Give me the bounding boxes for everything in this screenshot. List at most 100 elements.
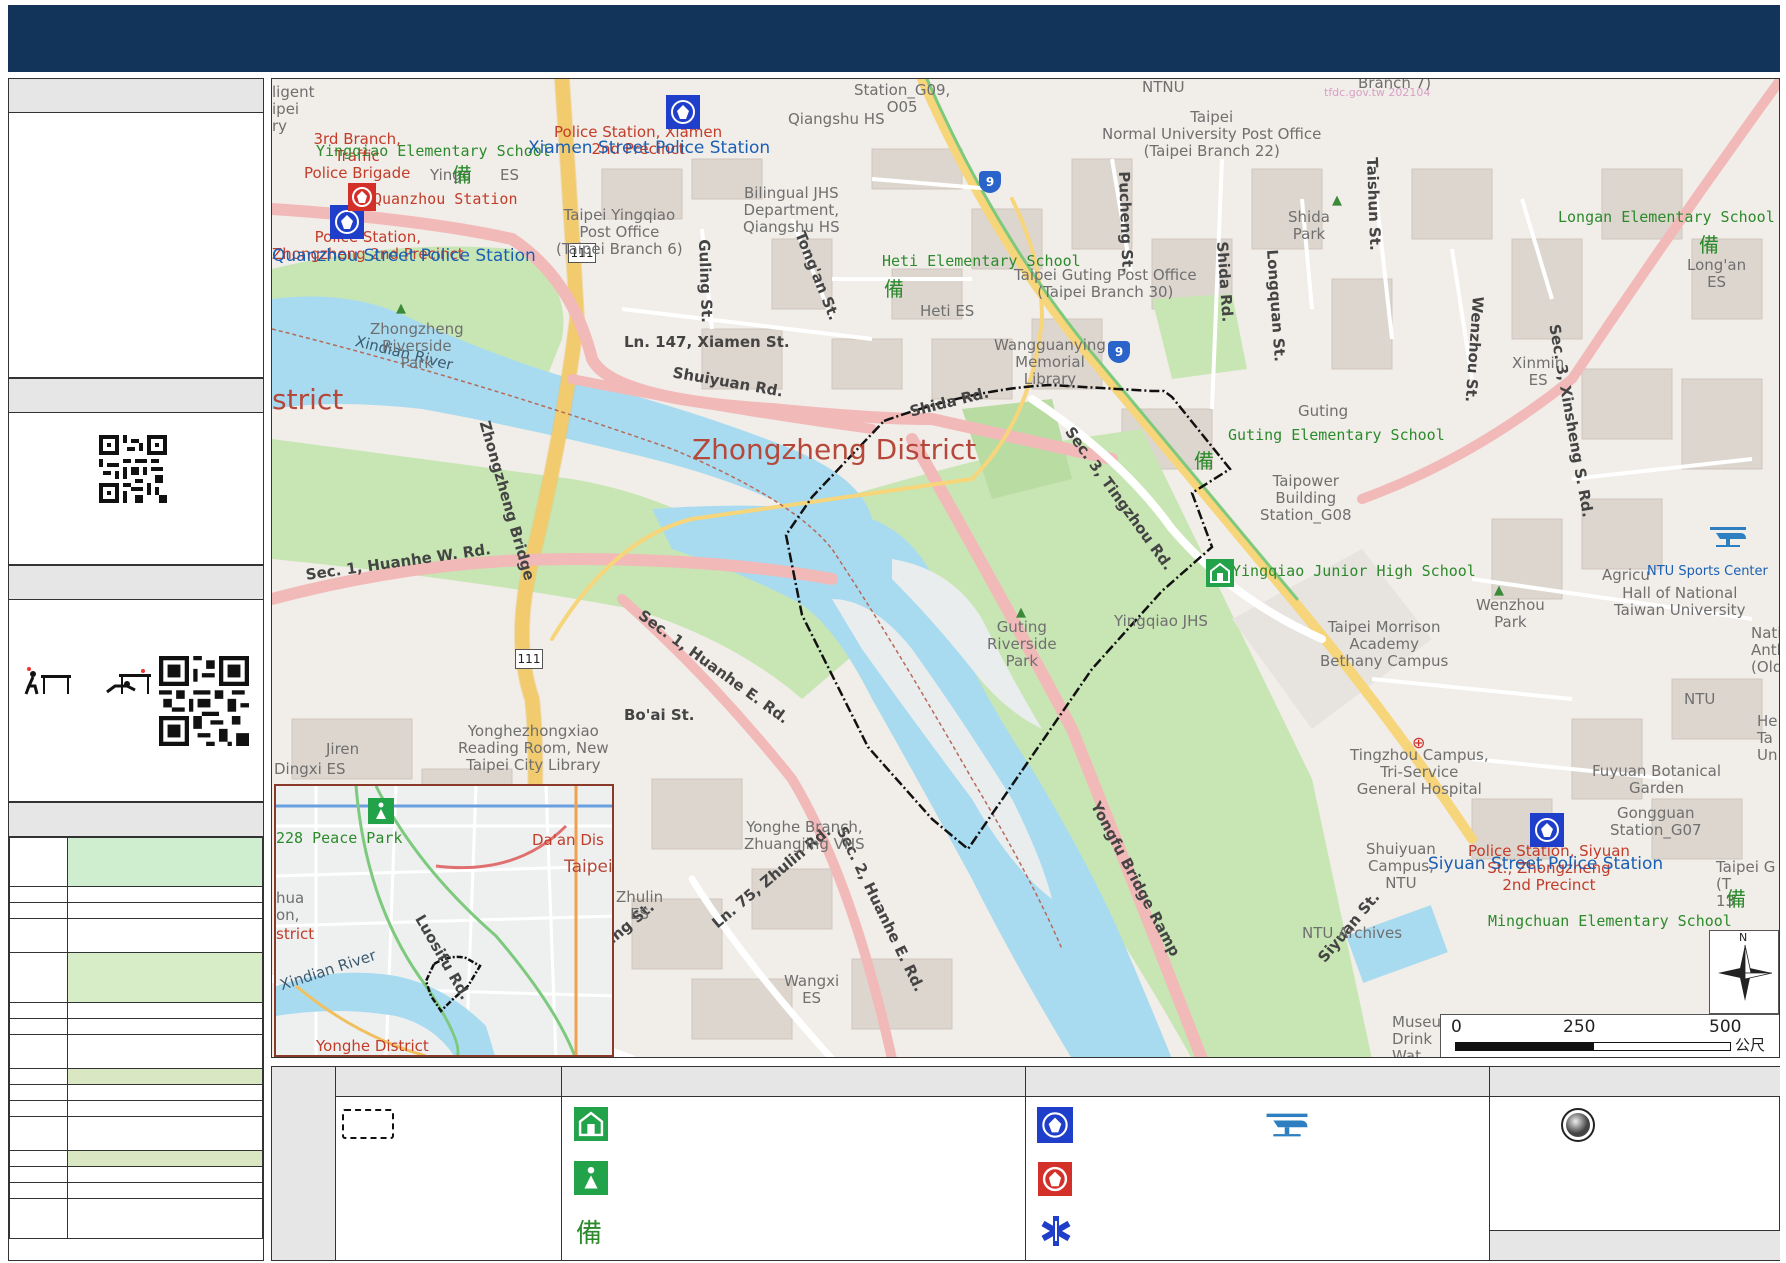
scale-tick: 0 <box>1451 1017 1462 1037</box>
place-label: He Ta Un <box>1757 712 1778 764</box>
legend-col-police <box>1026 1067 1490 1260</box>
qr-panel <box>8 378 264 565</box>
place-label: NTU Sports Center <box>1647 564 1768 579</box>
north-label: N <box>1739 931 1748 944</box>
table-row <box>9 886 263 903</box>
qr-code-small[interactable] <box>99 435 167 503</box>
place-label: Shida Park <box>1288 208 1330 243</box>
legend-col-label <box>272 1067 336 1260</box>
place-label: Shuiyuan Campus, NTU <box>1366 840 1436 892</box>
road-label: Taishun St. <box>1363 156 1385 251</box>
school-label: Mingchuan Elementary School <box>1488 912 1732 930</box>
police-station-icon[interactable] <box>666 95 700 133</box>
place-label: Wenzhou Park <box>1476 596 1545 631</box>
scale-tick: 250 <box>1563 1017 1596 1037</box>
earthquake-safety-panel <box>8 565 264 802</box>
place-label: ligent ipei ry <box>272 83 315 135</box>
place-label: NTNU <box>1142 78 1185 96</box>
police-station-icon[interactable] <box>1530 813 1564 851</box>
place-label: Taipei Yingqiao Post Office (Taipei Bran… <box>556 206 683 258</box>
place-label: Dingxi ES <box>274 760 346 778</box>
place-label: Quanzhou Station <box>373 190 518 208</box>
reserve-icon: 備 <box>1726 887 1746 911</box>
place-label: Zhulin ES <box>616 888 664 923</box>
place-label: Taipei Normal University Post Office (Ta… <box>1102 108 1322 160</box>
reserve-icon: 備 <box>1699 233 1719 257</box>
table-row <box>9 1002 263 1019</box>
table-row <box>9 918 263 953</box>
place-label: Yingqiao JHS <box>1114 612 1208 630</box>
inset-map[interactable]: 228 Peace Park Da'an Dis Taipei strict h… <box>274 784 614 1057</box>
table-row <box>9 902 263 919</box>
place-label: Qiangshu HS <box>788 110 885 128</box>
info-panel <box>8 78 264 378</box>
scale-bar: 0 250 500 公尺 <box>1440 1014 1779 1057</box>
boundary-icon <box>342 1109 394 1139</box>
place-label: Xinmin ES <box>1512 354 1565 389</box>
place-label: Hall of National Taiwan University <box>1614 584 1746 619</box>
legend: 備 <box>271 1066 1780 1261</box>
place-label: Yonghe Branch, Zhuangjing VHS <box>744 818 865 853</box>
district-label-partial: strict <box>272 383 344 416</box>
police-label: Xiamen Street Police Station <box>528 138 771 158</box>
page: 111 111 9 9 Zhongzheng District strict X… <box>0 0 1786 1263</box>
place-label: ES <box>500 166 519 184</box>
helicopter-icon <box>1262 1111 1312 1143</box>
place-label: Tingzhou Campus, Tri-Service General Hos… <box>1350 746 1489 798</box>
place-label: Taipei Guting Post Office (Taipei Branch… <box>1014 266 1197 301</box>
qr-code-large[interactable] <box>159 656 249 746</box>
place-label: Yonghezhongxiao Reading Room, New Taipei… <box>458 722 609 774</box>
place-label: NTU <box>1684 690 1716 708</box>
place-label: Wangguanying Memorial Library <box>994 336 1106 388</box>
place-label: Taipei Morrison Academy Bethany Campus <box>1320 618 1449 670</box>
park-shelter-icon <box>574 1161 608 1199</box>
place-label: Wangxi ES <box>784 972 840 1007</box>
police-label: Siyuan Street Police Station <box>1428 854 1664 874</box>
highway-shield-9: 9 <box>1108 341 1130 363</box>
helicopter-icon[interactable] <box>1706 525 1750 553</box>
legend-footer <box>1490 1230 1780 1260</box>
reserve-icon: 備 <box>576 1219 603 1249</box>
place-label: Bilingual JHS Department, Qiangshu HS <box>743 184 840 236</box>
road-label: Bo'ai St. <box>624 706 695 724</box>
table-row <box>9 1034 263 1069</box>
inset-label: 228 Peace Park <box>276 829 403 847</box>
inset-label: strict <box>276 925 315 943</box>
cover-icon <box>106 669 151 694</box>
table-panel-header <box>9 803 263 837</box>
inset-label: Da'an Dis <box>532 831 604 849</box>
table-row <box>9 952 263 1003</box>
table-row <box>9 1150 263 1167</box>
table-row <box>9 1166 263 1183</box>
drop-icon <box>24 667 71 695</box>
road-label: Ln. 147, Xiamen St. <box>624 333 790 351</box>
school-shelter-icon[interactable] <box>1206 559 1234 591</box>
place-label: Guting <box>1298 402 1349 420</box>
police-brigade-icon[interactable] <box>348 183 376 215</box>
legend-col-shelter: 備 <box>562 1067 1026 1260</box>
school-shelter-icon <box>574 1107 608 1145</box>
place-label: Natio Anth (Old <box>1751 624 1780 676</box>
school-label: Yingqiao Elementary School <box>316 142 551 160</box>
reserve-icon: 備 <box>884 277 904 301</box>
table-panel <box>8 802 264 1261</box>
legend-header <box>1026 1067 1489 1097</box>
park-shelter-icon[interactable] <box>368 798 394 828</box>
place-label: Jiren <box>326 740 360 758</box>
road-label: Pucheng St. <box>1115 170 1137 274</box>
place-label: Museu Drink Wat <box>1392 1013 1441 1058</box>
map-frame[interactable]: 111 111 9 9 Zhongzheng District strict X… <box>271 78 1780 1058</box>
school-label: Yingqiao Junior High School <box>1232 562 1476 580</box>
place-label: Fuyuan Botanical Garden <box>1592 762 1721 797</box>
table-row <box>9 1182 263 1199</box>
place-label: Long'an ES <box>1687 256 1747 291</box>
police-station-icon <box>1036 1107 1074 1147</box>
place-label: Guting Riverside Park <box>987 618 1057 670</box>
school-label: Longan Elementary School <box>1558 208 1775 226</box>
table-row <box>9 1068 263 1085</box>
reserve-icon: 備 <box>1194 449 1214 473</box>
hospital-icon: ⊕ <box>1412 733 1426 752</box>
legend-header <box>562 1067 1025 1097</box>
table-row <box>9 1198 263 1239</box>
table-row <box>9 1116 263 1151</box>
